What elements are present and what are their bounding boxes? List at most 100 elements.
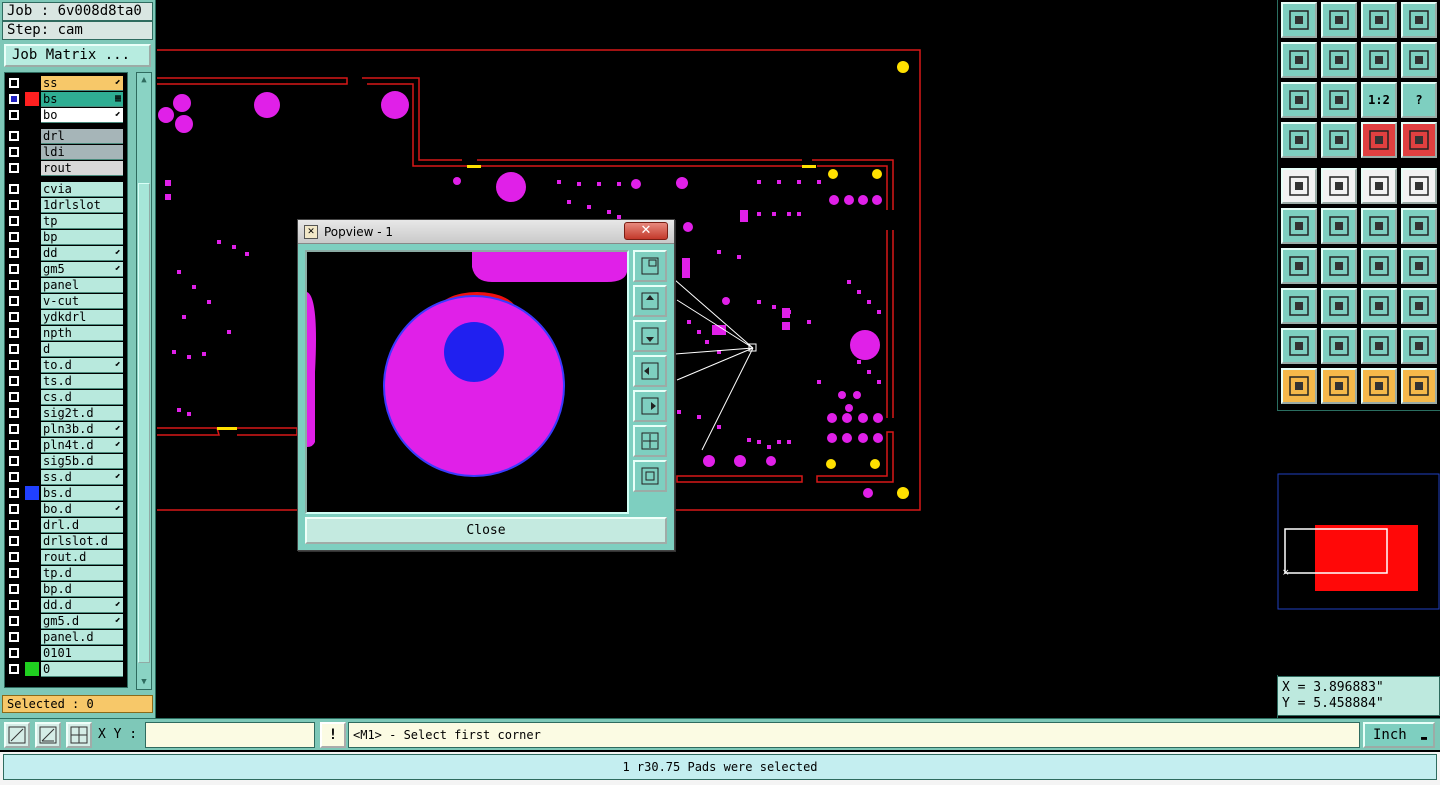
pcb-pad[interactable] <box>772 212 776 216</box>
layer-checkbox[interactable] <box>9 392 19 402</box>
pcb-pad[interactable] <box>202 352 206 356</box>
scroll-down-icon[interactable]: ▼ <box>138 676 150 688</box>
zoom-in-icon[interactable] <box>1361 42 1397 78</box>
layer-checkbox[interactable] <box>9 600 19 610</box>
close-button[interactable]: Close <box>305 517 667 544</box>
snap-icon[interactable] <box>1281 168 1317 204</box>
layer-checkbox[interactable] <box>9 664 19 674</box>
pcb-pad[interactable] <box>867 370 871 374</box>
layer-name[interactable]: 0 <box>41 662 123 677</box>
zoom-out-icon[interactable] <box>1401 42 1437 78</box>
layer-row[interactable]: gm5.d ⬋ <box>5 613 127 629</box>
point-to-point-icon[interactable] <box>1361 208 1397 244</box>
pcb-pad[interactable] <box>227 330 231 334</box>
shapes-icon[interactable] <box>1401 288 1437 324</box>
layer-name[interactable]: panel <box>41 278 123 293</box>
layer-checkbox[interactable] <box>9 408 19 418</box>
overview-map[interactable]: × <box>1277 410 1440 675</box>
layer-row[interactable]: dd.d ⬋ <box>5 597 127 613</box>
pcb-pad[interactable] <box>177 270 181 274</box>
ratio-icon[interactable]: 1:2 <box>1361 82 1397 118</box>
pcb-pad[interactable] <box>187 355 191 359</box>
layer-row[interactable]: rout <box>5 160 127 176</box>
pointer-box-icon[interactable] <box>1321 368 1357 404</box>
pcb-pad[interactable] <box>757 440 761 444</box>
pcb-pad[interactable] <box>607 210 611 214</box>
layer-checkbox[interactable] <box>9 472 19 482</box>
layer-checkbox[interactable] <box>9 568 19 578</box>
pointer-icon[interactable] <box>1281 368 1317 404</box>
layer-name[interactable]: to.d ⬋ <box>41 358 123 373</box>
layer-row[interactable]: ts.d <box>5 373 127 389</box>
zoom-window-icon[interactable] <box>633 250 667 282</box>
triangle-red-icon[interactable] <box>1321 328 1357 364</box>
layer-row[interactable]: bs ▦ <box>5 91 127 107</box>
layer-row[interactable]: v-cut <box>5 293 127 309</box>
mirror-icon[interactable] <box>1401 248 1437 284</box>
net-icon[interactable] <box>1361 122 1397 158</box>
line-select-icon[interactable] <box>1321 288 1357 324</box>
layer-row[interactable]: tp <box>5 213 127 229</box>
scroll-up-icon[interactable]: ▲ <box>138 74 150 86</box>
layer-color-swatch[interactable] <box>25 662 39 676</box>
layer-name[interactable]: bs ▦ <box>41 92 123 107</box>
layer-row[interactable]: bo ⬋ <box>5 107 127 123</box>
layer-name[interactable]: npth <box>41 326 123 341</box>
pcb-pad[interactable] <box>772 305 776 309</box>
pcb-pad[interactable] <box>817 180 821 184</box>
layer-checkbox[interactable] <box>9 264 19 274</box>
layer-row[interactable]: ldi <box>5 144 127 160</box>
layer-checkbox[interactable] <box>9 440 19 450</box>
unit-selector[interactable]: Inch ▬ <box>1363 722 1435 748</box>
layer-row[interactable]: drl.d <box>5 517 127 533</box>
layer-name[interactable]: 0101 <box>41 646 123 661</box>
layer-name[interactable]: bs.d <box>41 486 123 501</box>
layer-scrollbar[interactable]: ▲ ▼ <box>136 72 152 690</box>
angle-snap-icon[interactable] <box>35 722 61 748</box>
layer-checkbox[interactable] <box>9 648 19 658</box>
pcb-pad[interactable] <box>177 408 181 412</box>
pad-icon[interactable] <box>1401 168 1437 204</box>
pcb-pad[interactable] <box>747 438 751 442</box>
layer-name[interactable]: tp.d <box>41 566 123 581</box>
layer-row[interactable]: 1drlslot <box>5 197 127 213</box>
layer-checkbox[interactable] <box>9 232 19 242</box>
pcb-pad[interactable] <box>767 445 771 449</box>
layer-row[interactable]: drlslot.d <box>5 533 127 549</box>
help-icon[interactable]: ? <box>1401 82 1437 118</box>
pcb-pad[interactable] <box>757 180 761 184</box>
layer-name[interactable]: gm5.d ⬋ <box>41 614 123 629</box>
layer-checkbox[interactable] <box>9 296 19 306</box>
layer-name[interactable]: drlslot.d <box>41 534 123 549</box>
pcb-pad[interactable] <box>797 180 801 184</box>
pan-right-icon[interactable] <box>633 390 667 422</box>
pcb-pad[interactable] <box>877 310 881 314</box>
point-to-pad-icon[interactable] <box>1401 208 1437 244</box>
pcb-pad[interactable] <box>787 310 791 314</box>
pcb-pad[interactable] <box>245 252 249 256</box>
layer-row[interactable]: pln3b.d ⬋ <box>5 421 127 437</box>
pcb-pad[interactable] <box>567 200 571 204</box>
pcb-pad[interactable] <box>617 182 621 186</box>
layer-checkbox[interactable] <box>9 200 19 210</box>
pan-down-icon[interactable] <box>633 320 667 352</box>
pcb-pad[interactable] <box>777 440 781 444</box>
layer-name[interactable]: tp <box>41 214 123 229</box>
area-icon[interactable] <box>1321 168 1357 204</box>
save-icon[interactable] <box>1321 2 1357 38</box>
layer-name[interactable]: 1drlslot <box>41 198 123 213</box>
layer-row[interactable]: panel <box>5 277 127 293</box>
layer-color-swatch[interactable] <box>25 92 39 106</box>
pcb-pad[interactable] <box>597 182 601 186</box>
layer-row[interactable]: ss ⬋ <box>5 75 127 91</box>
layer-checkbox[interactable] <box>9 216 19 226</box>
net-select-icon[interactable] <box>1401 122 1437 158</box>
layer-name[interactable]: ts.d <box>41 374 123 389</box>
measure-icon[interactable] <box>1361 168 1397 204</box>
triangle-icon[interactable] <box>1281 328 1317 364</box>
layer-row[interactable]: 0101 <box>5 645 127 661</box>
layer-name[interactable]: pln4t.d ⬋ <box>41 438 123 453</box>
job-matrix-button[interactable]: Job Matrix ... <box>4 44 151 67</box>
pcb-pad[interactable] <box>587 205 591 209</box>
layer-name[interactable]: bo ⬋ <box>41 108 123 123</box>
